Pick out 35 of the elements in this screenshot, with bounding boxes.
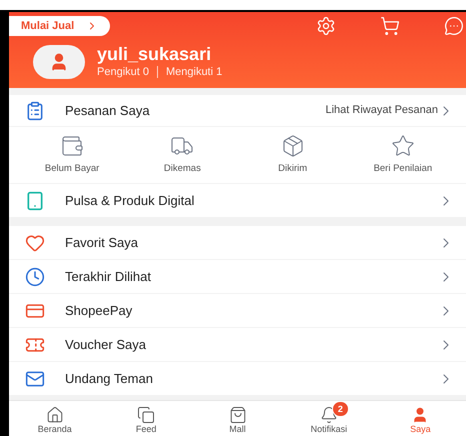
order-status-button[interactable]: Beri Penilaian	[348, 127, 458, 183]
nav-tab[interactable]: 2 Notifikasi	[283, 401, 375, 436]
menu-row[interactable]: Favorit Saya	[9, 226, 466, 260]
bell-icon	[320, 406, 338, 424]
order-status-button[interactable]: Belum Bayar	[17, 127, 128, 183]
order-status-button[interactable]: Dikemas	[127, 127, 238, 183]
digital-products-row[interactable]: Pulsa & Produk Digital	[9, 184, 466, 217]
envelope-icon	[25, 368, 45, 388]
settings-icon[interactable]	[316, 16, 336, 36]
tablet-icon	[25, 190, 45, 210]
menu-row[interactable]: Terakhir Dilihat	[9, 260, 466, 294]
nav-tab[interactable]: Saya	[374, 401, 466, 436]
chat-icon[interactable]	[444, 16, 464, 36]
nav-tab[interactable]: Beranda	[9, 401, 100, 436]
menu-row[interactable]: Voucher Saya	[9, 328, 466, 362]
clock-icon	[25, 266, 45, 286]
avatar[interactable]	[33, 45, 85, 80]
bag-icon	[228, 406, 247, 424]
clipboard-icon	[25, 100, 45, 120]
menu-row[interactable]: ShopeePay	[9, 294, 466, 328]
nav-tab[interactable]: Feed	[100, 401, 192, 436]
nav-tab[interactable]: Mall	[192, 401, 284, 436]
order-status-button[interactable]: Dikirim	[238, 127, 348, 183]
heart-icon	[25, 232, 45, 252]
notification-badge: 2	[332, 401, 349, 417]
orders-title: Pesanan Saya	[65, 102, 150, 120]
order-history-link[interactable]: Lihat Riwayat Pesanan	[325, 102, 438, 119]
home-icon	[46, 406, 64, 424]
username: yuli_sukasari	[97, 44, 212, 64]
cart-icon[interactable]	[380, 16, 400, 36]
stacked-squares-icon	[137, 406, 156, 424]
menu-row[interactable]: Undang Teman	[9, 362, 466, 396]
sell-button[interactable]: Mulai Jual	[9, 16, 110, 36]
box-icon	[280, 134, 305, 158]
star-icon	[390, 134, 415, 158]
